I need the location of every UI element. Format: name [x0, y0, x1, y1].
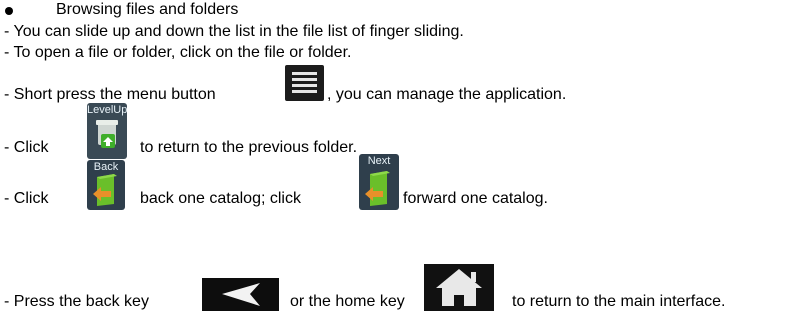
keys-line-before: - Press the back key — [4, 293, 149, 310]
bullet-dot — [5, 7, 13, 15]
levelup-line-after: to return to the previous folder. — [140, 139, 358, 156]
menu-icon — [285, 65, 324, 101]
home-icon — [424, 264, 494, 311]
keys-line-middle: or the home key — [290, 293, 405, 310]
backnext-line-middle: back one catalog; click — [140, 190, 301, 207]
instruction-line-2: - To open a file or folder, click on the… — [4, 44, 352, 61]
backnext-line-after: forward one catalog. — [403, 190, 548, 207]
back-icon: Back — [87, 160, 125, 210]
level-up-icon: LevelUp — [87, 103, 127, 159]
menu-line-before: - Short press the menu button — [4, 86, 216, 103]
levelup-line-before: - Click — [4, 139, 49, 156]
menu-line-after: , you can manage the application. — [327, 86, 567, 103]
next-icon: Next — [359, 154, 399, 210]
back-arrow-icon — [202, 278, 279, 311]
keys-line-after: to return to the main interface. — [512, 293, 726, 310]
menu-line-text: - Short press the menu button — [4, 85, 216, 105]
backnext-line-before: - Click — [4, 190, 49, 207]
instruction-line-1: - You can slide up and down the list in … — [4, 23, 464, 40]
section-heading: Browsing files and folders — [56, 1, 239, 18]
